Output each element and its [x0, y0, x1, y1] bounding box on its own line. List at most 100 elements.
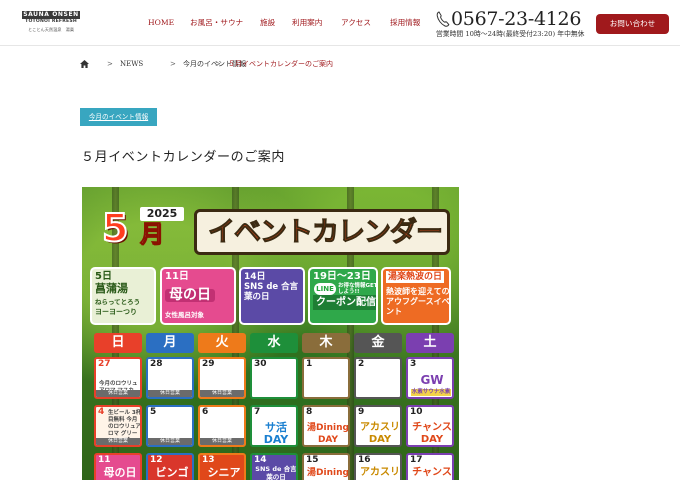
day-strip: 休日営業 — [200, 438, 244, 445]
site-logo[interactable]: SAUNA ONSEN TOTONOI REFRESH とことん天然温泉 湯楽 — [22, 11, 80, 35]
day-number: 15 — [306, 455, 319, 465]
nav-access[interactable]: アクセス — [341, 16, 371, 30]
breadcrumb-current: ５月イベントカレンダーのご案内 — [228, 60, 333, 68]
event-calendar-poster: 5 2025 月 イベントカレンダー 5日 菖蒲湯 ねらってとろう ヨーヨーつり… — [82, 187, 459, 480]
weekday-sun: 日 — [94, 333, 142, 353]
weekday-fri: 金 — [354, 333, 402, 353]
day-strip: 休日営業 — [148, 390, 192, 397]
event-title: 熱波師を迎えてのアウフグースイベント — [386, 287, 450, 316]
nav-usage-guide[interactable]: 利用案内 — [292, 16, 322, 30]
event-sub: ねらってとろう — [95, 298, 141, 306]
event-title: 母の日 — [165, 288, 215, 302]
day-number: 3 — [410, 359, 417, 369]
day-number: 13 — [202, 455, 215, 465]
logo-line-3: とことん天然温泉 湯楽 — [27, 27, 75, 32]
event-card-sns: 14日 SNS de 合言葉の日 — [239, 267, 305, 325]
event-card-heat-wave: 湯楽熱波の日 熱波師を迎えてのアウフグースイベント — [381, 267, 451, 325]
day-number: 11 — [98, 455, 111, 465]
day-number: 27 — [98, 359, 111, 369]
category-tag[interactable]: 今月のイベント情報 — [80, 108, 157, 126]
site-header: SAUNA ONSEN TOTONOI REFRESH とことん天然温泉 湯楽 … — [0, 0, 680, 46]
day-note: 水素サウナ水素 — [411, 389, 451, 396]
calendar-day: 9 アカスリ DAY — [354, 405, 402, 447]
nav-recruit[interactable]: 採用情報 — [390, 16, 420, 30]
calendar-day: 11 母の日 — [94, 453, 142, 480]
day-event: サ活 DAY — [263, 421, 289, 446]
calendar-day: 14 SNS de 合言葉の日 — [250, 453, 298, 480]
day-number: 1 — [306, 359, 313, 369]
calendar-day: 28 休日営業 — [146, 357, 194, 399]
day-number: 28 — [150, 359, 163, 369]
home-icon[interactable] — [80, 60, 89, 68]
day-number: 17 — [410, 455, 423, 465]
day-event: 湯Dining — [307, 468, 349, 478]
logo-line-2: TOTONOI REFRESH — [25, 19, 77, 24]
line-badge: LINE — [314, 283, 336, 295]
event-date: 19日～23日 — [313, 271, 371, 282]
calendar-day: 29 休日営業 — [198, 357, 246, 399]
calendar-day: 15 湯Dining — [302, 453, 350, 480]
day-event: シニア — [207, 466, 241, 479]
phone-number-text: 0567-23-4126 — [451, 8, 582, 30]
event-sub: ヨーヨーつり — [95, 308, 137, 316]
calendar-day: 17 チャンス — [406, 453, 454, 480]
day-event: 湯Dining DAY — [307, 423, 349, 445]
day-number: 10 — [410, 407, 423, 417]
calendar-day: 27 今月のロウリュアロマ マスカット 休日営業 — [94, 357, 142, 399]
day-number: 6 — [202, 407, 209, 417]
event-title: 菖蒲湯 — [95, 282, 128, 295]
calendar-day: 5 休日営業 — [146, 405, 194, 447]
contact-button[interactable]: お問い合わせ — [596, 14, 669, 34]
day-event: アカスリ DAY — [360, 422, 400, 445]
day-number: 16 — [358, 455, 371, 465]
logo-line-1: SAUNA ONSEN — [22, 11, 80, 19]
poster-month-number: 5 — [101, 206, 129, 250]
weekday-mon: 月 — [146, 333, 194, 353]
poster-banner: イベントカレンダー — [194, 209, 450, 255]
day-event: チャンス — [412, 467, 452, 478]
day-strip: 休日営業 — [96, 438, 140, 445]
day-strip: 休日営業 — [148, 438, 192, 445]
nav-bath-sauna[interactable]: お風呂・サウナ — [190, 16, 243, 30]
event-card-shobuyu: 5日 菖蒲湯 ねらってとろう ヨーヨーつり — [90, 267, 156, 325]
phone-number[interactable]: 0567-23-4126 — [436, 8, 588, 30]
breadcrumb-separator: > — [107, 60, 113, 68]
breadcrumb-news[interactable]: NEWS — [120, 58, 143, 70]
day-number: 30 — [254, 359, 267, 369]
weekday-wed: 水 — [250, 333, 298, 353]
calendar-day: 3 GW 水素サウナ水素 — [406, 357, 454, 399]
post-title: ５月イベントカレンダーのご案内 — [81, 150, 286, 165]
event-sub: お得な情報GETしよう!! — [338, 283, 378, 295]
day-number: 29 — [202, 359, 215, 369]
calendar-day: 10 チャンス DAY — [406, 405, 454, 447]
event-date: 湯楽熱波の日 — [386, 271, 445, 283]
poster-year: 2025 — [140, 207, 184, 221]
poster-banner-text: イベントカレンダー — [208, 217, 444, 249]
event-date: 11日 — [165, 271, 189, 282]
calendar-day: 16 アカスリ — [354, 453, 402, 480]
calendar-day: 30 — [250, 357, 298, 399]
day-number: 7 — [254, 407, 261, 417]
day-number: 12 — [150, 455, 163, 465]
nav-home[interactable]: HOME — [148, 16, 174, 30]
day-strip: 休日営業 — [200, 390, 244, 397]
day-event: SNS de 合言葉の日 — [255, 465, 297, 480]
event-sub: 女性風呂対象 — [165, 311, 204, 319]
calendar-day: 7 サ活 DAY — [250, 405, 298, 447]
day-number: 5 — [150, 407, 157, 417]
nav-facilities[interactable]: 施設 — [260, 16, 275, 30]
event-card-mothers-day: 11日 母の日 女性風呂対象 — [160, 267, 236, 325]
day-number: 9 — [358, 407, 365, 417]
business-hours: 営業時間 10時～24時(最終受付23:20) 年中無休 — [436, 30, 585, 38]
day-event: アカスリ — [360, 467, 400, 478]
day-event: 母の日 — [103, 466, 137, 479]
day-number: 8 — [306, 407, 313, 417]
event-title: クーポン配信 — [313, 295, 376, 310]
calendar-day: 6 休日営業 — [198, 405, 246, 447]
weekday-sat: 土 — [406, 333, 454, 353]
calendar-day: 13 シニア — [198, 453, 246, 480]
breadcrumb-separator: > — [170, 60, 176, 68]
day-number: 4 — [98, 407, 105, 417]
day-strip: 休日営業 — [96, 390, 140, 397]
calendar-day: 8 湯Dining DAY — [302, 405, 350, 447]
